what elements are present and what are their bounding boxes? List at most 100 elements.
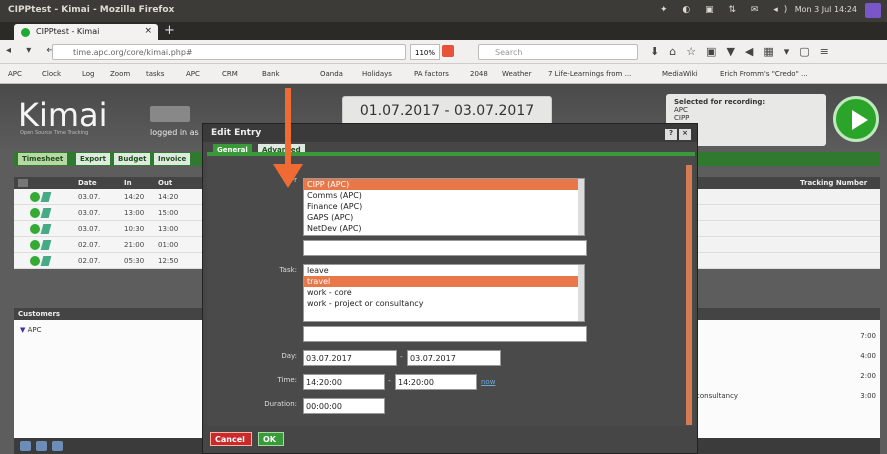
edit-icon[interactable] (40, 256, 52, 266)
bookmark-2048[interactable]: 2048 (470, 70, 488, 78)
new-tab-button[interactable]: + (164, 23, 175, 38)
bookmark-mediawiki[interactable]: MediaWiki (662, 70, 698, 78)
list-item[interactable]: 2:00 (696, 368, 880, 384)
bookmark-crm[interactable]: CRM (222, 70, 238, 78)
url-bar[interactable]: time.apc.org/core/kimai.php# (52, 44, 406, 60)
add-entry-icon[interactable] (18, 179, 28, 187)
project-filter-input[interactable] (303, 240, 587, 256)
toolbar-icons[interactable]: ⬇⌂☆▣▼◀▦▾▢≡ (650, 45, 839, 58)
project-option[interactable]: Comms (APC) (304, 190, 584, 201)
search-input[interactable]: Search (478, 44, 638, 60)
row-date: 03.07. (78, 225, 101, 233)
bookmark-oanda[interactable]: Oanda (320, 70, 343, 78)
record-icon[interactable] (30, 208, 40, 218)
list-item[interactable] (696, 189, 880, 205)
record-icon[interactable] (30, 224, 40, 234)
ok-button[interactable]: OK (258, 432, 284, 446)
selected-project: CIPP (674, 114, 690, 122)
record-icon[interactable] (30, 256, 40, 266)
view-icon[interactable] (36, 441, 47, 451)
row-in: 21:00 (124, 241, 145, 249)
browser-tab[interactable]: CIPPtest - Kimai × (14, 24, 158, 40)
list-item[interactable] (696, 237, 880, 253)
table-row[interactable]: 03.07. 13:00 15:00 (14, 205, 204, 221)
bookmark-weather[interactable]: Weather (502, 70, 531, 78)
start-recording-button[interactable] (833, 96, 879, 142)
bookmark-pa-factors[interactable]: PA factors (414, 70, 449, 78)
project-option[interactable]: CIPP (APC) (304, 179, 584, 190)
edit-icon[interactable] (40, 208, 52, 218)
task-option[interactable]: work - core (304, 287, 584, 298)
pocket-icon[interactable] (442, 45, 454, 57)
project-option[interactable]: NetDev (APC) (304, 223, 584, 234)
view-icon[interactable] (20, 441, 31, 451)
list-item[interactable]: 4:00 (696, 348, 880, 364)
edit-icon[interactable] (40, 192, 52, 202)
project-select[interactable]: CIPP (APC) Comms (APC) Finance (APC) GAP… (303, 178, 585, 236)
bookmark-zoom[interactable]: Zoom (110, 70, 130, 78)
table-row[interactable]: 02.07. 21:00 01:00 (14, 237, 204, 253)
bookmark-apc-2[interactable]: APC (186, 70, 200, 78)
dialog-body: Pr CIPP (APC) Comms (APC) Finance (APC) … (207, 156, 695, 426)
tab-budget[interactable]: Budget (114, 153, 151, 165)
task-option[interactable]: travel (304, 276, 584, 287)
zoom-indicator[interactable]: 110% (410, 44, 440, 60)
task-option[interactable]: work - project or consultancy (304, 298, 584, 309)
task-select[interactable]: leave travel work - core work - project … (303, 264, 585, 322)
list-item[interactable]: 7:00 (696, 328, 880, 344)
project-option[interactable]: Finance (APC) (304, 201, 584, 212)
day-to-input[interactable]: 03.07.2017 (407, 350, 501, 366)
record-icon[interactable] (30, 192, 40, 202)
customer-item[interactable]: ▼ APC (14, 320, 204, 340)
edit-icon[interactable] (40, 240, 52, 250)
bookmark-bank[interactable]: Bank (262, 70, 280, 78)
bookmark-tasks[interactable]: tasks (146, 70, 164, 78)
tab-export[interactable]: Export (76, 153, 110, 165)
time-to-input[interactable]: 14:20:00 (395, 374, 477, 390)
system-clock: Mon 3 Jul 14:24 (794, 5, 857, 14)
record-icon[interactable] (30, 240, 40, 250)
help-icon[interactable]: ? (665, 129, 677, 140)
bookmark-erich-fromm[interactable]: Erich Fromm's "Credo" ... (720, 70, 808, 78)
tab-timesheet[interactable]: Timesheet (18, 153, 68, 165)
col-date[interactable]: Date (78, 179, 97, 187)
list-item[interactable] (696, 221, 880, 237)
tab-invoice[interactable]: Invoice (154, 153, 191, 165)
view-icon[interactable] (52, 441, 63, 451)
list-item[interactable] (696, 205, 880, 221)
col-out[interactable]: Out (158, 179, 172, 187)
project-option[interactable]: GAPS (APC) (304, 212, 584, 223)
activities-header (696, 308, 880, 320)
bookmark-clock[interactable]: Clock (42, 70, 61, 78)
bookmark-life-learnings[interactable]: 7 Life-Learnings from ... (548, 70, 631, 78)
edit-icon[interactable] (40, 224, 52, 234)
cancel-button[interactable]: Cancel (210, 432, 252, 446)
duration-input[interactable]: 00:00:00 (303, 398, 385, 414)
table-row[interactable]: 03.07. 14:20 14:20 (14, 189, 204, 205)
close-icon[interactable]: × (679, 129, 691, 140)
close-tab-icon[interactable]: × (144, 26, 152, 36)
scrollbar[interactable] (578, 179, 584, 235)
dialog-scrollbar[interactable] (686, 165, 692, 425)
list-item[interactable] (696, 253, 880, 269)
logged-in-text: logged in as (150, 128, 199, 137)
bookmark-holidays[interactable]: Holidays (362, 70, 392, 78)
list-item[interactable]: consultancy 3:00 (696, 388, 880, 404)
day-from-input[interactable]: 03.07.2017 (303, 350, 397, 366)
time-from-input[interactable]: 14:20:00 (303, 374, 385, 390)
filter-icon[interactable]: ▼ (20, 326, 25, 334)
now-link[interactable]: now (481, 378, 495, 386)
scrollbar[interactable] (578, 265, 584, 321)
task-option[interactable]: leave (304, 265, 584, 276)
header-icons[interactable] (150, 106, 190, 122)
col-tracking-number[interactable]: Tracking Number (800, 179, 867, 187)
table-row[interactable]: 02.07. 05:30 12:50 (14, 253, 204, 269)
system-tray-icons[interactable]: ✦ ◐ ▣ ⇅ ✉ ◂) (660, 5, 793, 15)
task-filter-input[interactable] (303, 326, 587, 342)
table-row[interactable]: 03.07. 10:30 13:00 (14, 221, 204, 237)
kimai-logo: Kimai (18, 96, 108, 134)
bookmark-log[interactable]: Log (82, 70, 95, 78)
system-menu-icon[interactable] (865, 3, 881, 18)
bookmark-apc[interactable]: APC (8, 70, 22, 78)
col-in[interactable]: In (124, 179, 132, 187)
